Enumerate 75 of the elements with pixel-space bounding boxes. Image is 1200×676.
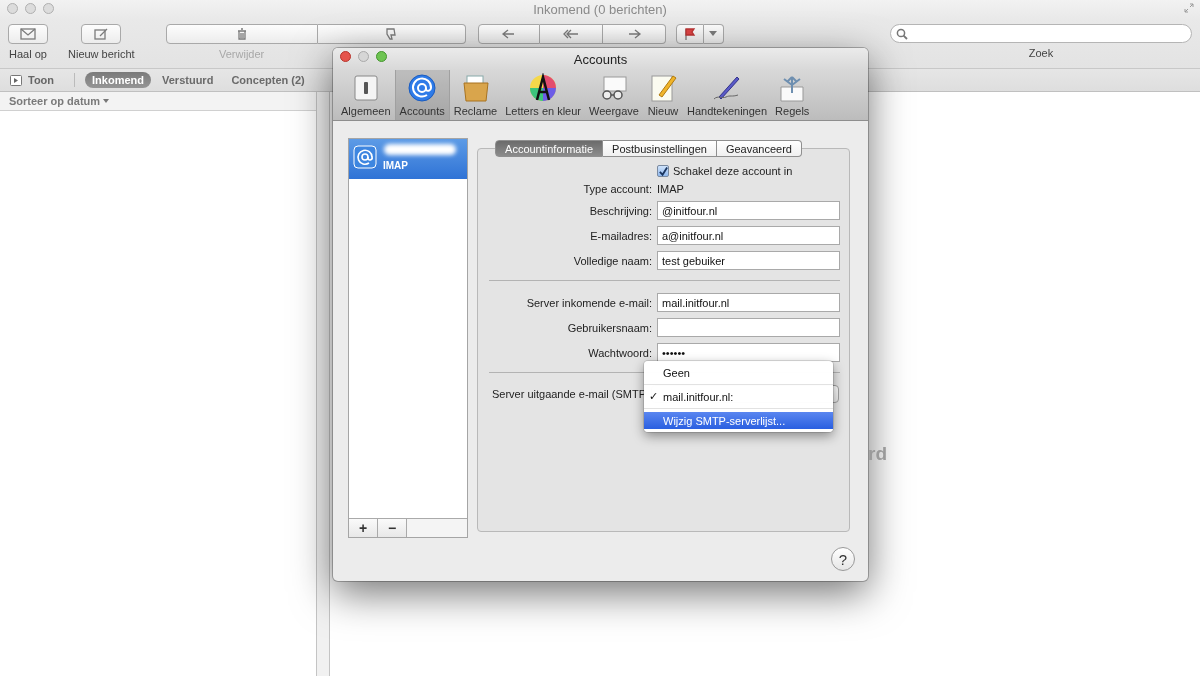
menu-item[interactable]: Geen xyxy=(644,364,833,381)
text-field[interactable]: @initfour.nl xyxy=(657,201,840,220)
toolbar-button[interactable] xyxy=(539,24,603,44)
search-field[interactable] xyxy=(890,24,1192,43)
window-title: Inkomend (0 berichten) xyxy=(533,2,667,17)
list-button[interactable]: + xyxy=(349,519,378,537)
field-label: Type account: xyxy=(582,183,652,195)
preferences-tab[interactable]: Reclame xyxy=(449,70,502,120)
envelope-icon xyxy=(19,27,37,41)
mailbox-tab[interactable]: Verstuurd xyxy=(155,72,221,88)
toolbar-button[interactable] xyxy=(675,24,704,44)
field-label: Wachtwoord: xyxy=(587,346,652,359)
reply-all-icon xyxy=(561,27,580,41)
text-field[interactable]: a@initfour.nl xyxy=(657,226,840,245)
play-icon xyxy=(10,74,22,86)
caret-icon xyxy=(709,31,718,37)
search-icon xyxy=(896,27,908,40)
preferences-tab[interactable]: Algemeen xyxy=(337,70,395,120)
blurred-name xyxy=(384,144,456,155)
preferences-tab[interactable]: Weergave xyxy=(585,70,643,120)
text-field[interactable] xyxy=(657,318,840,337)
window-button[interactable] xyxy=(7,3,18,14)
field-label: Volledige naam: xyxy=(572,254,652,267)
minimize-button[interactable] xyxy=(358,51,369,62)
dialog-title: Accounts xyxy=(573,51,628,67)
menu-item[interactable]: Wijzig SMTP-serverlijst... xyxy=(644,412,833,429)
enable-account-checkbox[interactable]: Schakel deze account in xyxy=(657,165,840,177)
preferences-tab[interactable]: Nieuw xyxy=(642,70,683,120)
toolbar-label: Verwijder xyxy=(219,48,265,60)
checkbox[interactable] xyxy=(657,165,669,177)
preferences-tab[interactable]: Handtekeningen xyxy=(682,70,772,120)
toolbar-button[interactable] xyxy=(81,24,122,44)
search-label: Zoek xyxy=(1028,47,1054,59)
account-type: IMAP xyxy=(657,183,685,195)
toolbar-button[interactable] xyxy=(602,24,666,44)
at-sign-icon xyxy=(353,145,377,169)
text-field[interactable]: mail.initfour.nl xyxy=(657,293,840,312)
field-label: Server uitgaande e-mail (SMTP xyxy=(490,388,646,400)
text-field[interactable]: test gebuiker xyxy=(657,251,840,270)
window-button[interactable] xyxy=(25,3,36,14)
account-item[interactable]: IMAP xyxy=(349,139,467,179)
caret-icon xyxy=(103,98,110,104)
mailbox-tab[interactable]: Concepten (2) xyxy=(224,72,312,88)
preferences-tab[interactable]: Accounts xyxy=(394,70,450,120)
settings-tab[interactable]: Postbusinstellingen xyxy=(603,140,717,157)
fullscreen-icon[interactable] xyxy=(1184,3,1194,13)
pane-splitter[interactable] xyxy=(317,92,330,676)
help-button[interactable]: ? xyxy=(831,547,855,571)
toolbar-button[interactable] xyxy=(703,24,724,44)
window-button[interactable] xyxy=(43,3,54,14)
toolbar-label: Haal op xyxy=(9,48,47,60)
settings-tab[interactable]: Accountinformatie xyxy=(495,140,604,157)
at-sign-icon xyxy=(406,73,439,103)
zoom-button[interactable] xyxy=(376,51,387,62)
preferences-tab[interactable]: Letters en kleur xyxy=(501,70,586,120)
close-button[interactable] xyxy=(340,51,351,62)
list-button[interactable]: − xyxy=(378,519,407,537)
toolbar-button[interactable] xyxy=(8,24,48,44)
toolbar-button[interactable] xyxy=(165,24,318,44)
checkmark: ✓ xyxy=(649,390,659,403)
field-label: Beschrijving: xyxy=(588,204,652,217)
mailbox-tab[interactable]: Inkomend xyxy=(85,72,151,88)
text-field[interactable]: •••••• xyxy=(657,343,840,362)
sort-menu[interactable]: Sorteer op datum xyxy=(9,95,101,107)
toolbar-button[interactable] xyxy=(477,24,540,44)
field-label: E-mailadres: xyxy=(589,229,652,242)
menu-item[interactable]: ✓ mail.initfour.nl: xyxy=(644,388,833,405)
settings-tab[interactable]: Geavanceerd xyxy=(716,140,802,157)
empty-message-text: rd xyxy=(868,443,887,465)
toolbar-label: Nieuw bericht xyxy=(68,48,135,60)
toolbar-button[interactable] xyxy=(317,24,466,44)
show-mailboxes-button[interactable]: Toon xyxy=(10,74,55,86)
preferences-tab[interactable]: Regels xyxy=(771,70,814,120)
field-label: Server inkomende e-mail: xyxy=(525,296,652,309)
field-label: Gebruikersnaam: xyxy=(566,321,652,334)
